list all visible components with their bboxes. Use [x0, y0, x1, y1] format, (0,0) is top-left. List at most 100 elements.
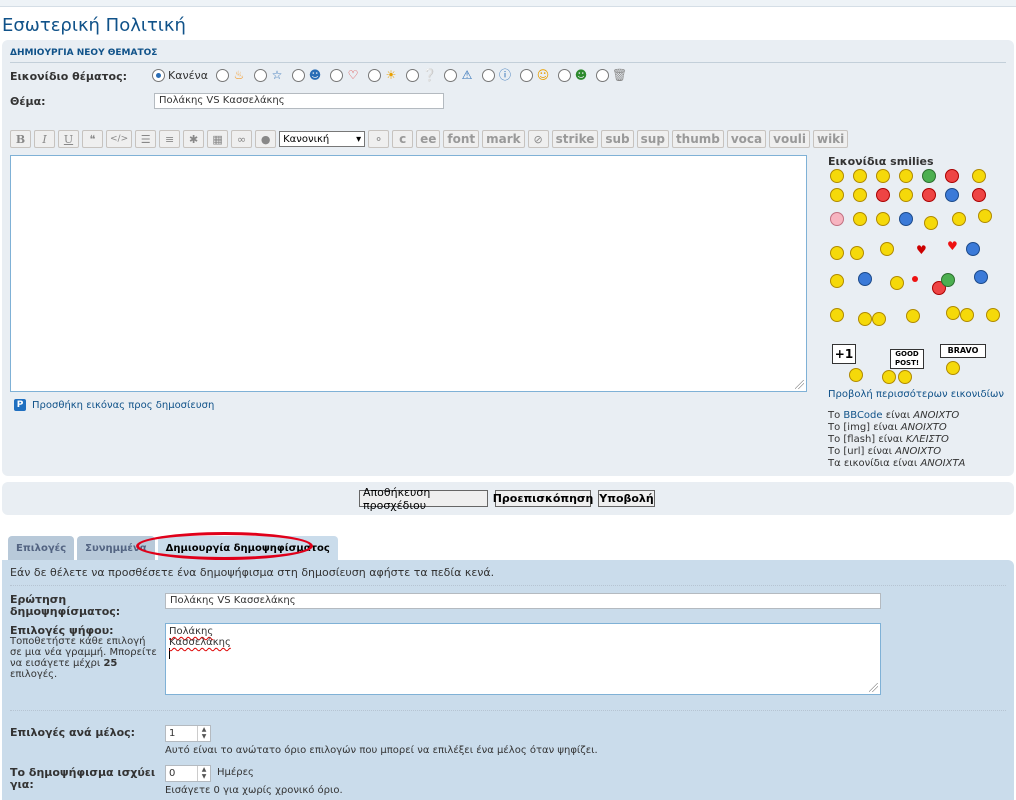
smiley-icon[interactable]	[849, 368, 863, 382]
smiley-icon[interactable]	[946, 361, 960, 375]
topic-icon-radio[interactable]	[519, 68, 533, 82]
bb-strike-button[interactable]: strike	[551, 130, 599, 148]
smiley-icon[interactable]	[898, 370, 912, 384]
smiley-icon[interactable]	[899, 188, 913, 202]
bb-thumb-button[interactable]: thumb	[671, 130, 724, 148]
bb-c-button[interactable]: c	[392, 130, 414, 148]
message-textarea[interactable]	[10, 155, 807, 392]
topic-icon-radio[interactable]	[557, 68, 571, 82]
topic-icon-radio[interactable]	[595, 68, 609, 82]
link-button[interactable]: ∞	[231, 130, 253, 148]
options-per-user-stepper[interactable]: 1 ▲ ▼	[165, 725, 211, 742]
list-button[interactable]: ☰	[135, 130, 157, 148]
smiley-icon[interactable]	[850, 246, 864, 260]
quote-button[interactable]: ❝	[82, 130, 103, 148]
smiley-icon[interactable]	[858, 312, 872, 326]
smiley-icon[interactable]	[941, 273, 955, 287]
bbcode-link[interactable]: BBCode	[843, 410, 882, 421]
good-post-sign[interactable]: GOOD POST!	[890, 349, 924, 369]
smiley-icon[interactable]	[945, 169, 959, 183]
topic-icon-radio[interactable]	[291, 68, 305, 82]
poll-question-input[interactable]: Πολάκης VS Κασσελάκης	[165, 593, 881, 609]
heart-icon[interactable]: ♥	[947, 239, 958, 253]
smiley-icon[interactable]	[830, 169, 844, 183]
smiley-icon[interactable]	[858, 272, 872, 286]
bb-font-button[interactable]: font	[443, 130, 480, 148]
smiley-icon[interactable]	[922, 169, 936, 183]
smiley-icon[interactable]	[876, 188, 890, 202]
flash-button[interactable]: ●	[255, 130, 277, 148]
smiley-icon[interactable]	[924, 216, 938, 230]
bravo-sign[interactable]: BRAVO	[940, 344, 986, 358]
smiley-icon[interactable]	[876, 169, 890, 183]
smiley-icon[interactable]	[876, 212, 890, 226]
save-draft-button[interactable]: Αποθήκευση προσχέδιου	[359, 486, 488, 512]
more-smilies-link[interactable]: Προβολή περισσότερων εικονιδίων	[828, 389, 1004, 400]
subject-input[interactable]: Πολάκης VS Κασσελάκης	[154, 93, 444, 109]
smiley-icon[interactable]	[830, 274, 844, 288]
list-numbered-button[interactable]: ≡	[159, 130, 181, 148]
bb-sup-button[interactable]: sup	[636, 130, 669, 148]
smiley-icon[interactable]	[899, 212, 913, 226]
smiley-icon[interactable]	[899, 169, 913, 183]
font-size-select[interactable]: Κανονική ▾	[279, 131, 366, 147]
topic-icon-radio[interactable]	[215, 68, 229, 82]
underline-button[interactable]: U	[58, 130, 79, 148]
plus-one-sign[interactable]: +1	[832, 344, 856, 364]
smiley-icon[interactable]	[830, 246, 844, 260]
topic-icon-radio[interactable]	[443, 68, 457, 82]
smiley-icon[interactable]	[872, 312, 886, 326]
bb-voca-button[interactable]: voca	[726, 130, 767, 148]
page-title[interactable]: Εσωτερική Πολιτική	[2, 15, 186, 36]
smiley-icon[interactable]	[853, 169, 867, 183]
smiley-icon[interactable]	[853, 212, 867, 226]
italic-button[interactable]: I	[34, 130, 55, 148]
bb-mark-button[interactable]: mark	[482, 130, 525, 148]
attach-image-link[interactable]: P Προσθήκη εικόνας προς δημοσίευση	[14, 399, 214, 411]
smiley-icon[interactable]	[906, 309, 920, 323]
heart-icon[interactable]: ♥	[916, 243, 927, 257]
topic-icon-radio[interactable]	[367, 68, 381, 82]
resize-grip[interactable]	[795, 380, 804, 389]
smiley-icon[interactable]	[986, 308, 1000, 322]
resize-grip[interactable]	[869, 683, 878, 692]
submit-button[interactable]: Υποβολή	[598, 490, 655, 507]
smiley-icon[interactable]	[830, 188, 844, 202]
topic-icon-radio[interactable]	[481, 68, 495, 82]
topic-icon-radio-none[interactable]	[152, 68, 165, 82]
smiley-icon[interactable]	[830, 308, 844, 322]
smiley-icon[interactable]	[882, 370, 896, 384]
code-button[interactable]: </>	[106, 130, 133, 148]
topic-icon-radio[interactable]	[405, 68, 419, 82]
poll-options-textarea[interactable]: Πολάκης Κασσελάκης	[165, 623, 881, 695]
image-button[interactable]: ▦	[207, 130, 229, 148]
topic-icon-radio[interactable]	[253, 68, 267, 82]
smiley-icon[interactable]	[922, 188, 936, 202]
thumbs-up-smiley-icon[interactable]	[952, 212, 966, 226]
bb-sub-button[interactable]: sub	[601, 130, 634, 148]
smiley-icon[interactable]	[853, 188, 867, 202]
list-item-button[interactable]: ✱	[183, 130, 205, 148]
preview-button[interactable]: Προεπισκόπηση	[493, 490, 593, 507]
smiley-icon[interactable]	[974, 270, 988, 284]
smiley-icon[interactable]	[830, 212, 844, 226]
smiley-icon[interactable]	[966, 242, 980, 256]
smiley-icon[interactable]	[960, 308, 974, 322]
bold-button[interactable]: B	[10, 130, 31, 148]
smiley-icon[interactable]	[972, 169, 986, 183]
topic-icon-radio[interactable]	[329, 68, 343, 82]
smiley-icon[interactable]	[945, 188, 959, 202]
peace-smiley-icon[interactable]	[978, 209, 992, 223]
stepper-arrows-icon[interactable]: ▲ ▼	[197, 726, 210, 741]
spoiler-button[interactable]: ⚬	[368, 130, 390, 148]
bb-vouli-button[interactable]: vouli	[769, 130, 810, 148]
bb-ee-button[interactable]: ee	[416, 130, 441, 148]
tab-options[interactable]: Επιλογές	[8, 536, 75, 560]
smiley-icon[interactable]	[972, 188, 986, 202]
stepper-arrows-icon[interactable]: ▲ ▼	[197, 766, 210, 781]
smiley-icon[interactable]	[946, 306, 960, 320]
hide-button[interactable]: ⊘	[527, 130, 549, 148]
poll-duration-stepper[interactable]: 0 ▲ ▼	[165, 765, 211, 782]
smiley-icon[interactable]	[890, 276, 904, 290]
dancing-smiley-icon[interactable]	[880, 242, 894, 256]
